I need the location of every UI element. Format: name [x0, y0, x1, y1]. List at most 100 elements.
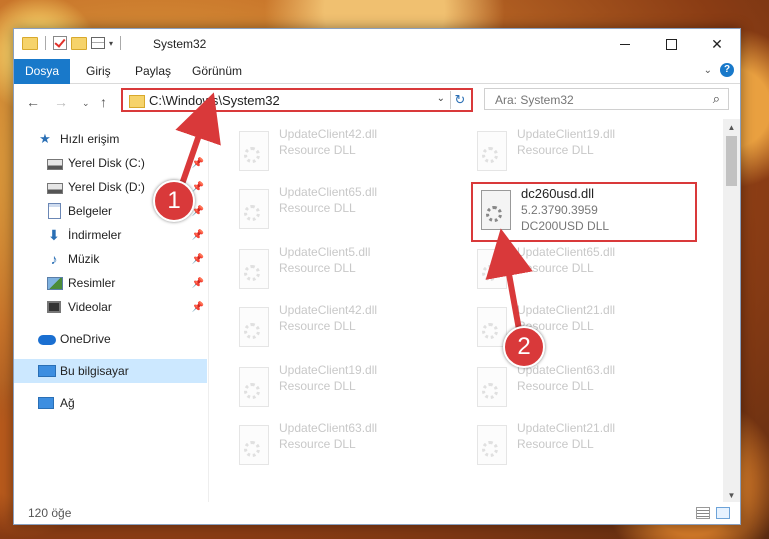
navigation-pane: ★ Hızlı erişim Yerel Disk (C:) 📌 Yerel D… [14, 119, 209, 504]
pin-icon[interactable]: 📌 [192, 158, 204, 169]
dll-file-icon [235, 307, 271, 347]
file-item[interactable]: UpdateClient42.dll Resource DLL [235, 301, 445, 353]
file-list: UpdateClient42.dll Resource DLL UpdateCl… [209, 119, 724, 504]
file-item[interactable]: UpdateClient65.dll Resource DLL [235, 183, 445, 235]
documents-icon [48, 203, 61, 219]
file-description: Resource DLL [279, 319, 356, 333]
minimize-icon [620, 43, 630, 45]
toolbar-divider [120, 36, 122, 50]
sidebar-item-label: Bu bilgisayar [60, 364, 129, 378]
help-icon[interactable]: ? [720, 63, 734, 77]
file-item[interactable]: UpdateClient19.dll Resource DLL [235, 361, 445, 413]
sidebar-item-network[interactable]: Ağ [14, 391, 208, 415]
pictures-icon [47, 276, 63, 290]
pin-icon[interactable]: 📌 [192, 254, 204, 265]
tab-share[interactable]: Paylaş [125, 59, 181, 83]
sidebar-item-downloads[interactable]: ⬇ İndirmeler 📌 [14, 223, 208, 247]
network-icon [38, 397, 54, 409]
file-item[interactable]: UpdateClient21.dll Resource DLL [473, 419, 683, 471]
maximize-icon [665, 38, 677, 50]
dll-file-icon [235, 189, 271, 229]
scroll-up-icon[interactable]: ▲ [723, 119, 740, 136]
file-item[interactable]: UpdateClient63.dll Resource DLL [473, 361, 683, 413]
file-item[interactable]: UpdateClient19.dll Resource DLL [473, 125, 683, 177]
file-name: UpdateClient21.dll [517, 303, 616, 317]
tab-home[interactable]: Giriş [76, 59, 121, 83]
address-bar[interactable]: C:\Windows\System32 ⌄ ↻ [121, 88, 473, 112]
refresh-icon[interactable]: ↻ [450, 91, 469, 109]
downloads-icon: ⬇ [48, 227, 60, 243]
sidebar-item-onedrive[interactable]: OneDrive [14, 327, 208, 351]
scrollbar-thumb[interactable] [726, 136, 737, 186]
maximize-button[interactable] [648, 29, 694, 59]
close-icon: ✕ [711, 35, 723, 52]
large-icons-view-icon[interactable] [716, 507, 730, 519]
file-name: UpdateClient5.dll [279, 245, 371, 259]
customize-toolbar-icon[interactable]: ▾ [109, 39, 113, 48]
sidebar-item-label: Videolar [68, 300, 112, 314]
sidebar-item-label: Resimler [68, 276, 116, 290]
close-button[interactable]: ✕ [694, 29, 740, 59]
item-count: 120 öğe [28, 506, 72, 520]
sidebar-item-label: OneDrive [60, 332, 111, 346]
file-version: 5.2.3790.3959 [521, 203, 598, 217]
sidebar-item-local-disk-c[interactable]: Yerel Disk (C:) 📌 [14, 151, 208, 175]
recent-locations-icon[interactable]: ⌄ [82, 98, 90, 109]
pin-icon[interactable]: 📌 [192, 278, 204, 289]
file-item[interactable]: UpdateClient65.dll Resource DLL [473, 243, 683, 295]
sidebar-item-quick-access[interactable]: ★ Hızlı erişim [14, 127, 208, 151]
file-description: Resource DLL [517, 437, 594, 451]
file-name: dc260usd.dll [521, 186, 594, 201]
up-arrow-icon[interactable]: ↑ [100, 94, 107, 110]
quick-access-toolbar: ▾ [22, 36, 124, 50]
chevron-down-icon[interactable]: ⌄ [437, 93, 445, 104]
back-arrow-icon[interactable]: ← [26, 94, 40, 110]
sidebar-item-this-pc[interactable]: Bu bilgisayar [14, 359, 207, 383]
file-item[interactable]: UpdateClient5.dll Resource DLL [235, 243, 445, 295]
pin-icon[interactable]: 📌 [192, 182, 204, 193]
address-path[interactable]: C:\Windows\System32 [149, 93, 280, 108]
file-description: Resource DLL [279, 261, 356, 275]
file-name: UpdateClient19.dll [517, 127, 616, 141]
tab-view[interactable]: Görünüm [182, 59, 252, 83]
vertical-scrollbar[interactable]: ▲ ▼ [723, 119, 740, 504]
dll-file-icon [473, 425, 509, 465]
file-description: Resource DLL [279, 379, 356, 393]
file-item[interactable]: UpdateClient42.dll Resource DLL [235, 125, 445, 177]
sidebar-item-label: Ağ [60, 396, 75, 410]
search-input[interactable] [493, 91, 697, 109]
drive-icon [47, 159, 63, 170]
search-box[interactable]: ⌕ [484, 88, 729, 110]
file-description: Resource DLL [517, 261, 594, 275]
file-item-selected[interactable]: dc260usd.dll 5.2.3790.3959 DC200USD DLL [471, 182, 697, 242]
properties-icon[interactable] [91, 37, 105, 49]
file-name: UpdateClient42.dll [279, 127, 378, 141]
sidebar-item-label: Müzik [68, 252, 100, 266]
sidebar-item-label: Yerel Disk (D:) [68, 180, 145, 194]
pin-icon[interactable]: 📌 [192, 230, 204, 241]
file-item[interactable]: UpdateClient63.dll Resource DLL [235, 419, 445, 471]
step-badge-2: 2 [503, 326, 545, 368]
sidebar-item-videos[interactable]: Videolar 📌 [14, 295, 208, 319]
checkmark-icon[interactable] [53, 36, 67, 50]
file-name: UpdateClient42.dll [279, 303, 378, 317]
new-folder-icon[interactable] [71, 36, 87, 50]
details-view-icon[interactable] [696, 507, 710, 519]
dll-file-icon [235, 367, 271, 407]
expand-ribbon-icon[interactable]: ⌄ [704, 65, 712, 76]
sidebar-item-pictures[interactable]: Resimler 📌 [14, 271, 208, 295]
file-description: Resource DLL [517, 379, 594, 393]
sidebar-item-music[interactable]: ♪ Müzik 📌 [14, 247, 208, 271]
search-icon[interactable]: ⌕ [713, 91, 720, 107]
dll-file-icon [477, 190, 513, 230]
window-title: System32 [153, 37, 207, 51]
sidebar-item-label: İndirmeler [68, 228, 122, 242]
file-name: UpdateClient65.dll [517, 245, 616, 259]
forward-arrow-icon[interactable]: → [54, 94, 68, 110]
file-description: Resource DLL [517, 143, 594, 157]
pin-icon[interactable]: 📌 [192, 302, 204, 313]
folder-icon[interactable] [22, 36, 38, 50]
drive-icon [47, 183, 63, 194]
file-name: UpdateClient63.dll [279, 421, 378, 435]
minimize-button[interactable] [602, 29, 648, 59]
